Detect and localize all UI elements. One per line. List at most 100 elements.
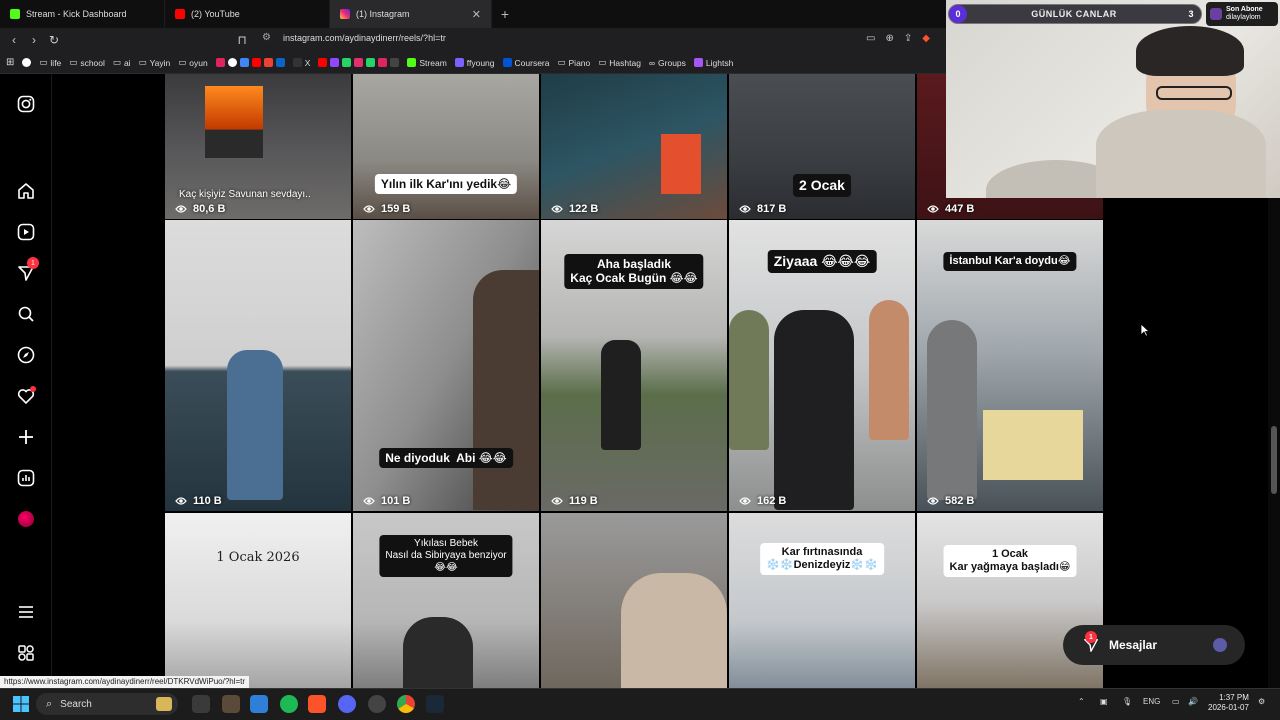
home-icon[interactable] <box>16 181 36 201</box>
google-icon <box>22 58 32 67</box>
reel-views: 582 B <box>927 495 974 507</box>
tray-app-icon[interactable]: ▣ <box>1100 697 1108 706</box>
share-icon[interactable]: ⇪ <box>904 33 912 44</box>
reel-tile[interactable]: 2 Ocak 817 B <box>729 74 915 219</box>
back-icon[interactable]: ‹ <box>4 33 24 47</box>
windows-start-icon[interactable] <box>13 696 29 712</box>
create-plus-icon[interactable] <box>16 427 36 447</box>
reel-tile[interactable]: 1 Ocak 2026 <box>165 513 351 688</box>
volume-icon[interactable]: 🔊 <box>1188 697 1198 706</box>
reel-thumbnail <box>621 573 727 688</box>
bookmark-folder-ai[interactable]: ▭ ai <box>113 57 131 68</box>
messages-icon[interactable]: 1 <box>16 257 39 283</box>
spotify-icon[interactable] <box>280 695 298 713</box>
bookmark-piano[interactable]: ▭ Piano <box>557 57 590 68</box>
bookmark-label: Groups <box>658 57 686 68</box>
brave-browser-icon[interactable] <box>308 695 326 713</box>
bookmark-stream[interactable]: Stream <box>407 58 447 68</box>
photos-icon[interactable] <box>250 695 268 713</box>
bookmark-folder-school[interactable]: ▭ school <box>69 57 105 68</box>
bookmark-site-icon[interactable] <box>251 58 261 67</box>
bookmark-site-icon[interactable] <box>275 58 285 67</box>
tab-youtube[interactable]: (2) YouTube <box>165 0 330 28</box>
close-tab-icon[interactable]: ✕ <box>472 8 481 21</box>
bookmark-ffyoung[interactable]: ffyoung <box>454 58 495 68</box>
reel-tile[interactable]: Aha başladık Kaç Ocak Bugün 😂😂 119 B <box>541 220 727 511</box>
bookmark-coursera[interactable]: Coursera <box>502 58 549 68</box>
network-icon[interactable]: ▭ <box>1172 697 1180 706</box>
discord-icon[interactable] <box>338 695 356 713</box>
language-indicator[interactable]: ENG <box>1143 697 1160 706</box>
bookmark-groups[interactable]: ∞ Groups <box>649 58 686 68</box>
tab-kick[interactable]: Stream - Kick Dashboard <box>0 0 165 28</box>
bookmark-site-icon[interactable] <box>263 58 273 67</box>
reels-icon[interactable] <box>16 222 36 242</box>
status-link-preview: https://www.instagram.com/aydinaydinerr/… <box>0 676 250 688</box>
bookmark-icon[interactable]: ⊓ <box>232 33 252 47</box>
scrollbar-thumb[interactable] <box>1271 426 1277 494</box>
play-count-icon <box>739 205 751 213</box>
reel-tile[interactable]: Ne diyoduk Abi 😂😂 101 B <box>353 220 539 511</box>
forward-icon[interactable]: › <box>24 33 44 47</box>
reel-tile[interactable]: Yıkılası Bebek Nasıl da Sibiryaya benziy… <box>353 513 539 688</box>
taskbar-search[interactable]: ⌕ Search <box>36 693 178 715</box>
bookmark-site-icon[interactable] <box>227 58 237 67</box>
bookmark-site-icon[interactable] <box>366 58 376 67</box>
kick-icon <box>407 58 417 67</box>
reel-tile[interactable] <box>541 513 727 688</box>
reel-tile[interactable]: Ziyaaa 😂😂😂 162 B <box>729 220 915 511</box>
bookmark-site-icon[interactable] <box>342 58 352 67</box>
view-count: 817 B <box>757 203 787 215</box>
url-field[interactable]: instagram.com/aydinaydinerr/reels/?hl=tr <box>283 33 446 43</box>
bookmark-folder-yayin[interactable]: ▭ Yayin <box>139 57 171 68</box>
messages-button[interactable]: 1 Mesajlar <box>1063 625 1245 665</box>
site-info-icon[interactable]: ⚙ <box>262 32 271 43</box>
bookmark-site-icon[interactable] <box>318 58 328 67</box>
bookmark-site-icon[interactable] <box>354 58 364 67</box>
notifications-heart-icon[interactable] <box>16 386 36 406</box>
reel-tile[interactable]: Kaç kişiyiz Savunan sevdayı.. 80,6 B <box>165 74 351 219</box>
reel-tile[interactable]: 110 B <box>165 220 351 511</box>
bookmark-folder-life[interactable]: ▭ life <box>39 57 61 68</box>
bookmark-site-icon[interactable] <box>390 58 400 67</box>
tray-overflow-icon[interactable]: ⌃ <box>1078 697 1085 706</box>
steam-icon[interactable] <box>426 695 444 713</box>
reel-tile[interactable]: İstanbul Kar'a doydu😂 582 B <box>917 220 1103 511</box>
reel-thumbnail <box>661 134 701 194</box>
reel-tile[interactable]: 122 B <box>541 74 727 219</box>
also-from-meta-icon[interactable] <box>16 643 36 663</box>
brave-shield-icon[interactable]: ◆ <box>922 33 930 44</box>
bookmark-folder-oyun[interactable]: ▭ oyun <box>178 57 207 68</box>
apps-grid-icon[interactable]: ⊞ <box>6 57 14 68</box>
bookmark-x[interactable]: X <box>292 58 310 68</box>
app-icon[interactable] <box>222 695 240 713</box>
instagram-logo-icon[interactable] <box>16 94 36 114</box>
search-icon[interactable] <box>16 304 36 324</box>
explore-icon[interactable] <box>16 345 36 365</box>
view-count: 101 B <box>381 495 411 507</box>
dashboard-icon[interactable] <box>16 468 36 488</box>
new-tab-button[interactable]: + <box>492 6 518 22</box>
menu-icon[interactable] <box>16 602 36 622</box>
tab-instagram[interactable]: (1) Instagram ✕ <box>330 0 492 28</box>
obs-icon[interactable] <box>368 695 386 713</box>
profile-avatar[interactable] <box>16 509 36 529</box>
microphone-icon[interactable]: 🎙 <box>1122 697 1132 706</box>
task-view-icon[interactable] <box>192 695 210 713</box>
bookmark-lightsh[interactable]: Lightsh <box>693 58 733 68</box>
reload-icon[interactable]: ↻ <box>44 33 64 47</box>
bookmark-site-icon[interactable] <box>239 58 249 67</box>
daily-goal-bar: 0 GÜNLÜK CANLAR 3 <box>948 4 1202 24</box>
reel-tile[interactable]: Kar fırtınasında ❄️❄️Denizdeyiz❄️❄️ <box>729 513 915 688</box>
bookmark-site-icon[interactable] <box>215 58 225 67</box>
bookmark-site-icon[interactable] <box>378 58 388 67</box>
bookmark-site-icon[interactable] <box>330 58 340 67</box>
zoom-icon[interactable]: ⊕ <box>885 33 893 44</box>
system-clock[interactable]: 1:37 PM 2026-01-07 <box>1208 693 1249 714</box>
notification-center-icon[interactable]: ⚙ <box>1258 697 1265 706</box>
chrome-icon[interactable] <box>397 695 415 713</box>
cast-icon[interactable]: ▭ <box>866 33 875 44</box>
bookmark-hashtag[interactable]: ▭ Hashtag <box>598 57 641 68</box>
reel-tile[interactable]: Yılın ilk Kar'ını yedik😂 159 B <box>353 74 539 219</box>
bookmark-g[interactable] <box>22 58 32 67</box>
